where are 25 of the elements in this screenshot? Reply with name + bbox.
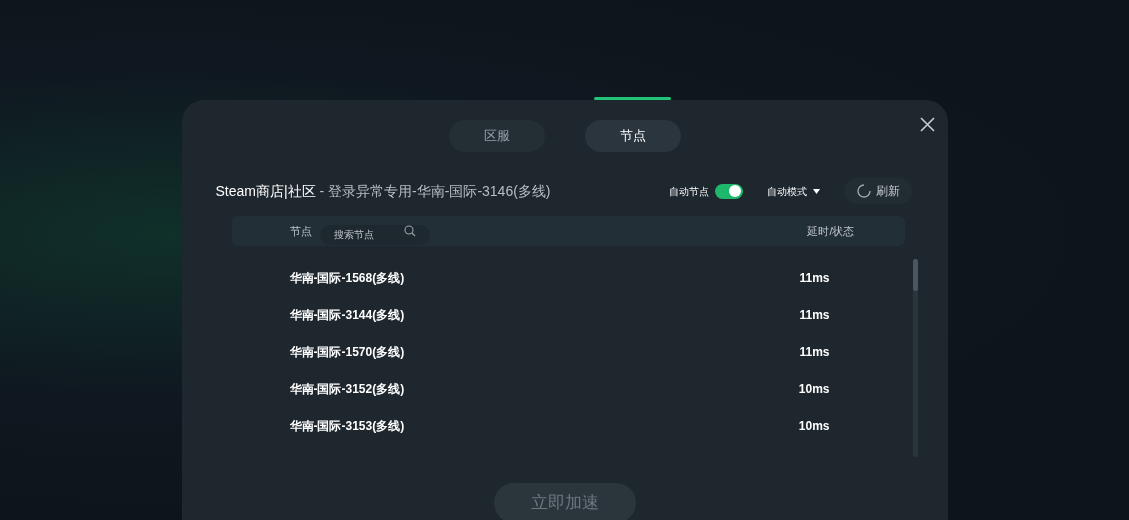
latency-value: 11ms <box>799 343 830 361</box>
route-title: Steam商店|社区 - 登录异常专用-华南-国际-3146(多线) <box>215 181 551 201</box>
scrollbar[interactable] <box>912 259 918 457</box>
caret-icon <box>812 188 820 194</box>
auto-node-label: 自动节点 <box>668 184 709 199</box>
node-name[interactable]: 华南-国际-1570(多线) <box>289 342 405 361</box>
node-name[interactable]: 华南-国际-3153(多线) <box>289 416 405 435</box>
toggle-switch[interactable] <box>714 183 743 199</box>
refresh-button[interactable]: 刷新 <box>843 178 912 204</box>
node-name[interactable]: 华南-国际-1568(多线) <box>289 268 405 287</box>
latency-value: 10ms <box>798 417 830 435</box>
tab[interactable]: 区服 <box>448 120 545 152</box>
spinner-icon <box>855 183 872 199</box>
column-header: 延时/状态 <box>807 223 855 239</box>
mode-dropdown[interactable]: 自动模式 <box>766 183 820 199</box>
latency-value: 10ms <box>798 380 830 398</box>
column-header: 节点 <box>289 223 312 239</box>
tab[interactable]: 节点 <box>584 120 681 152</box>
search-field[interactable]: 搜索节点 <box>319 224 430 245</box>
node-name[interactable]: 华南-国际-3144(多线) <box>289 305 405 324</box>
close-icon[interactable] <box>918 116 936 133</box>
latency-value: 11ms <box>799 269 830 287</box>
latency-value: 11ms <box>799 306 830 324</box>
node-name[interactable]: 华南-国际-3152(多线) <box>289 379 405 398</box>
search-icon <box>403 225 416 237</box>
